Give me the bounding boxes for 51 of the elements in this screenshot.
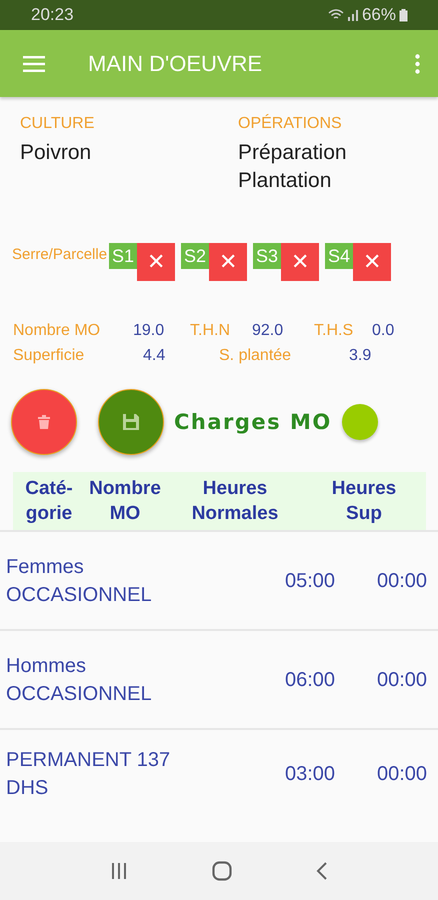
column-header: Caté- gorie <box>24 477 74 526</box>
app-title: MAIN D'OEUVRE <box>88 50 264 76</box>
remove-button[interactable]: ✕ <box>137 243 176 281</box>
operations-label: OPÉRATIONS <box>238 115 343 133</box>
column-header: Heures Normales <box>190 477 280 526</box>
stat-label: T.H.N <box>190 322 231 340</box>
stat-value: 92.0 <box>252 322 284 340</box>
more-options-icon[interactable] <box>415 54 420 74</box>
delete-button[interactable] <box>11 389 77 455</box>
wifi-icon <box>328 9 344 21</box>
column-header: Nombre MO <box>88 477 162 526</box>
home-icon[interactable] <box>212 861 232 881</box>
stat-value: 4.4 <box>143 346 166 364</box>
battery-level: 66% <box>362 5 396 25</box>
save-button[interactable] <box>98 389 164 455</box>
stat-value: 0.0 <box>372 322 396 340</box>
table-cell-text: 00:00 <box>376 762 428 787</box>
trash-icon <box>38 415 50 429</box>
culture-label: CULTURE <box>20 115 96 133</box>
table-cell-text: 06:00 <box>284 668 336 692</box>
stat-label: Superficie <box>13 346 86 364</box>
table-cell-text: 03:00 <box>284 762 336 787</box>
table-cell-text: 00:00 <box>376 568 428 594</box>
table-cell-text: PERMANENT 137 DHS <box>6 748 172 801</box>
stat-label: Nombre MO <box>13 322 102 340</box>
section-title: Charges MO <box>174 410 332 434</box>
parcel-chip: S2 <box>181 243 210 269</box>
parcel-chip: S4 <box>325 243 354 269</box>
remove-button[interactable]: ✕ <box>209 243 248 281</box>
recent-apps-icon[interactable] <box>110 863 128 879</box>
table-cell-text: 05:00 <box>284 568 336 594</box>
remove-button[interactable]: ✕ <box>353 243 392 281</box>
menu-icon[interactable] <box>23 56 45 72</box>
operations-value: Préparation Plantation <box>238 140 348 194</box>
remove-button[interactable]: ✕ <box>281 243 320 281</box>
stat-value: 3.9 <box>349 346 372 364</box>
table-cell-text: Femmes OCCASIONNEL <box>6 554 153 608</box>
table-cell-text: 00:00 <box>376 668 428 692</box>
culture-value: Poivron <box>20 140 92 166</box>
battery-icon <box>399 8 408 22</box>
column-header: Heures Sup <box>330 477 398 526</box>
save-icon <box>122 413 140 431</box>
stat-label: T.H.S <box>314 322 354 340</box>
table-cell-text: Hommes OCCASIONNEL <box>6 654 153 706</box>
stat-label: S. plantée <box>219 346 292 364</box>
parcel-chip: S3 <box>253 243 282 269</box>
parcel-chip: S1 <box>109 243 138 269</box>
back-icon[interactable] <box>316 862 328 880</box>
status-time: 20:23 <box>31 5 74 25</box>
serre-parcelle-label: Serre/Parcelle <box>12 246 108 263</box>
signal-icon <box>346 9 359 21</box>
